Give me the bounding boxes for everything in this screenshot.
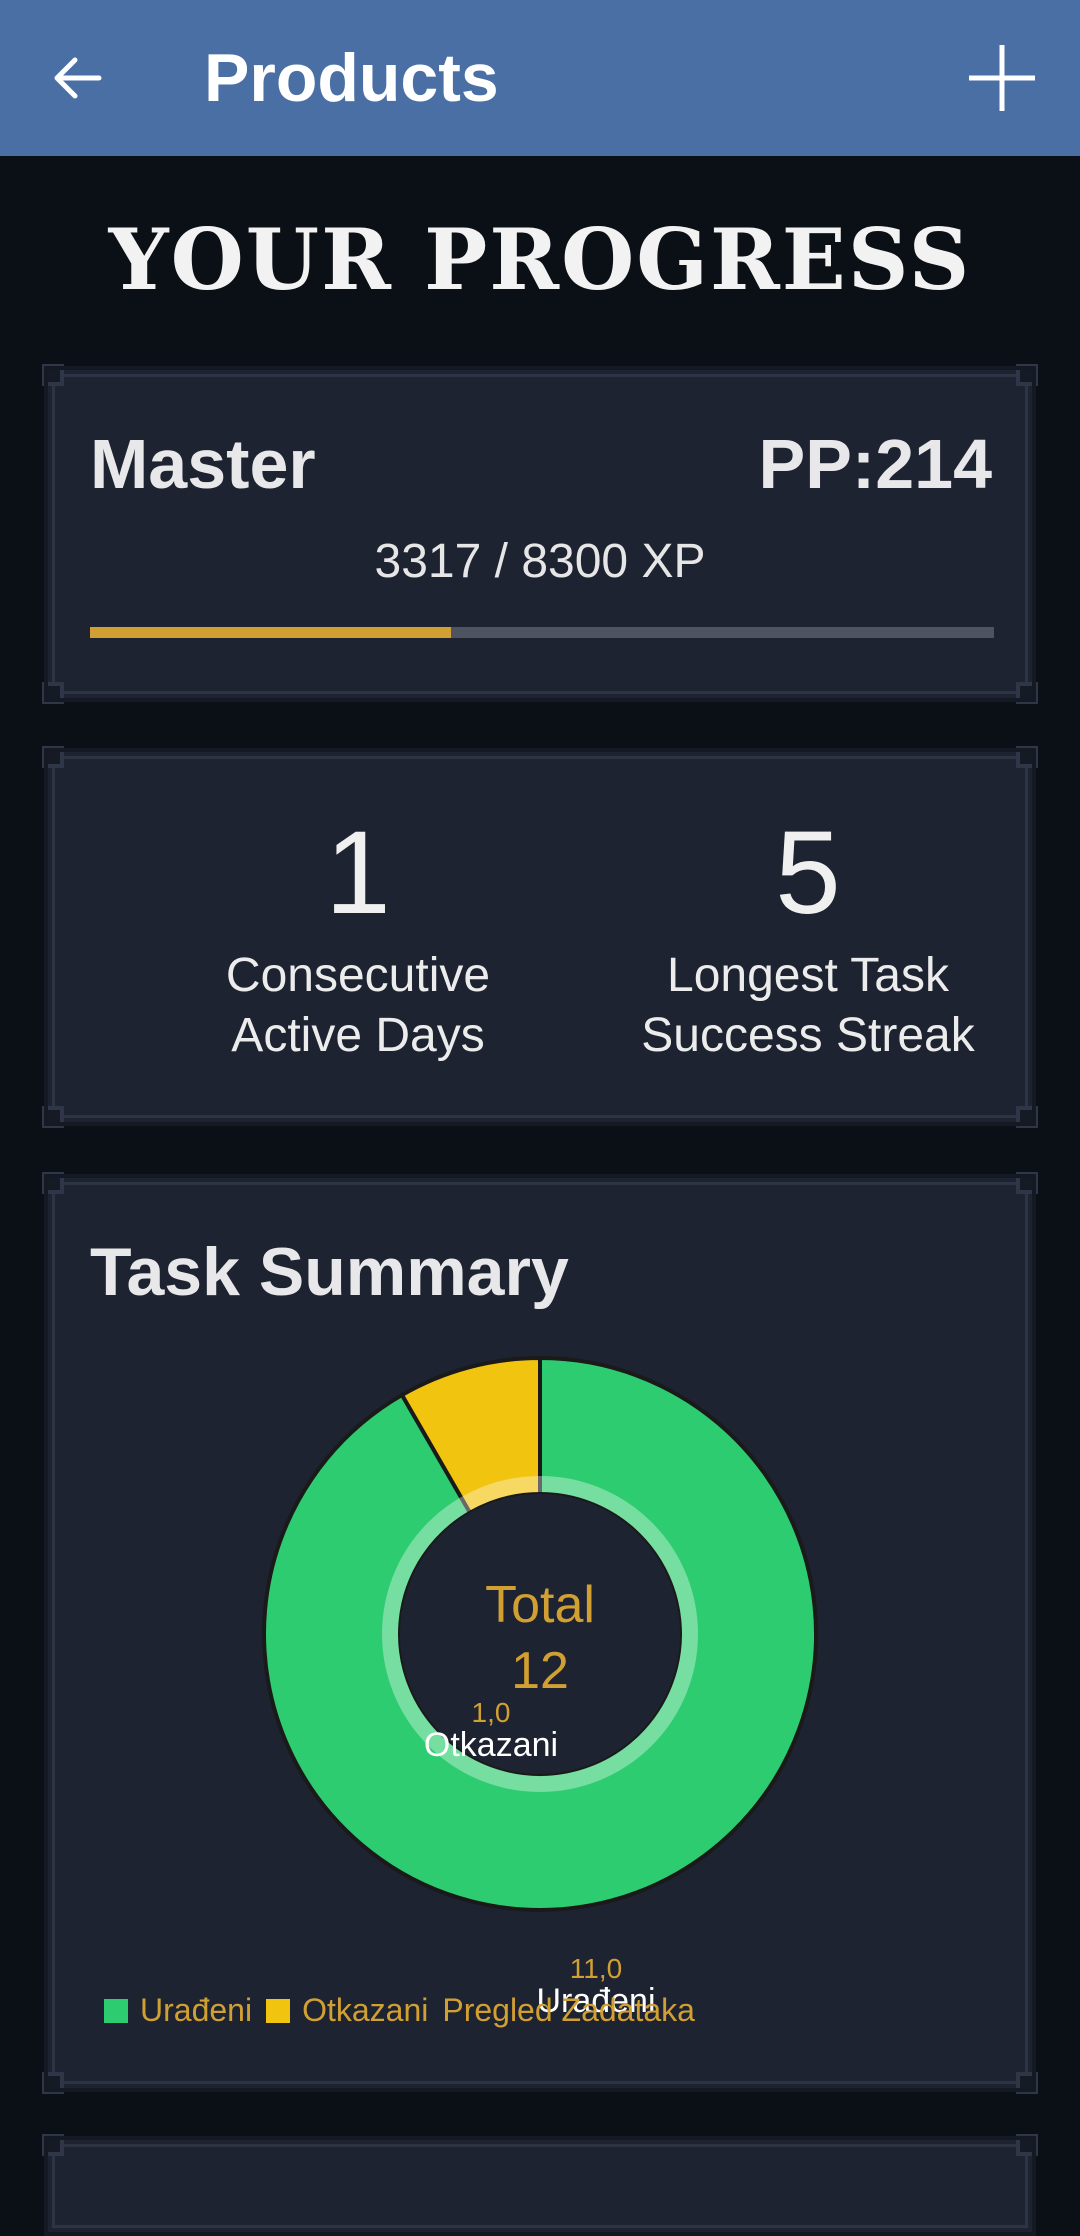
donut-center-label: Total [485, 1576, 595, 1634]
stat-value: 1 [325, 807, 391, 939]
add-button[interactable] [960, 36, 1044, 120]
legend-label: Urađeni [140, 1992, 253, 2028]
legend-item[interactable]: Urađeni [104, 1992, 252, 2029]
stat-label: Consecutive Active Days [128, 946, 588, 1066]
plus-icon [969, 45, 1035, 111]
xp-progress-bar [90, 627, 994, 638]
corner-ornament [42, 364, 64, 386]
stat-consecutive-days: 1 Consecutive Active Days [128, 808, 588, 1066]
stats-card: 1 Consecutive Active Days 5 Longest Task… [42, 746, 1038, 1128]
stat-label-line: Consecutive [225, 949, 491, 1002]
corner-ornament [1016, 364, 1038, 386]
corner-ornament [42, 682, 64, 704]
rank-card: Master PP:214 3317 / 8300 XP [42, 364, 1038, 704]
chart-legend: Urađeni Otkazani Pregled Zadataka [104, 1992, 709, 2029]
back-button[interactable] [48, 42, 108, 114]
slice-value-label: 1,0 [472, 1697, 511, 1728]
stat-label-line: Longest Task [667, 949, 949, 1002]
arrow-left-icon [54, 57, 102, 99]
next-card [42, 2134, 1038, 2236]
stat-label: Longest Task Success Streak [578, 946, 1038, 1066]
legend-title: Pregled Zadataka [442, 1992, 695, 2029]
legend-item[interactable]: Otkazani [266, 1992, 428, 2029]
xp-text: 3317 / 8300 XP [374, 535, 706, 588]
stat-longest-streak: 5 Longest Task Success Streak [578, 808, 1038, 1066]
legend-title-text: Pregled Zadataka [442, 1992, 695, 2028]
corner-ornament [1016, 746, 1038, 768]
corner-ornament [1016, 2134, 1038, 2156]
corner-ornament [1016, 682, 1038, 704]
rank-points: PP:214 [758, 425, 992, 503]
app-bar: Products [0, 0, 1080, 156]
corner-ornament [1016, 1106, 1038, 1128]
xp-progress-fill [90, 627, 452, 638]
stat-label-line: Active Days [231, 1009, 485, 1062]
corner-ornament [42, 1106, 64, 1128]
slice-value-label: 11,0 [570, 1953, 622, 1984]
corner-ornament [42, 2134, 64, 2156]
legend-swatch [266, 1998, 291, 2023]
task-summary-card: Task Summary 11,0 Urađeni 1,0 Otkazani Total… [42, 1172, 1038, 2094]
stat-label-line: Success Streak [641, 1009, 975, 1062]
app-bar-title: Products [204, 40, 499, 116]
legend-label: Otkazani [302, 1992, 429, 2028]
rank-name: Master [90, 425, 316, 503]
stat-value: 5 [775, 807, 841, 939]
corner-ornament [42, 746, 64, 768]
legend-swatch [104, 1998, 128, 2023]
task-donut-chart[interactable]: 11,0Urađeni1,0OtkazaniTotal12 [44, 1174, 1036, 2092]
slice-name-label: Otkazani [424, 1726, 558, 1764]
page-heading: YOUR PROGRESS [108, 210, 972, 309]
donut-center-total: 12 [511, 1642, 569, 1700]
